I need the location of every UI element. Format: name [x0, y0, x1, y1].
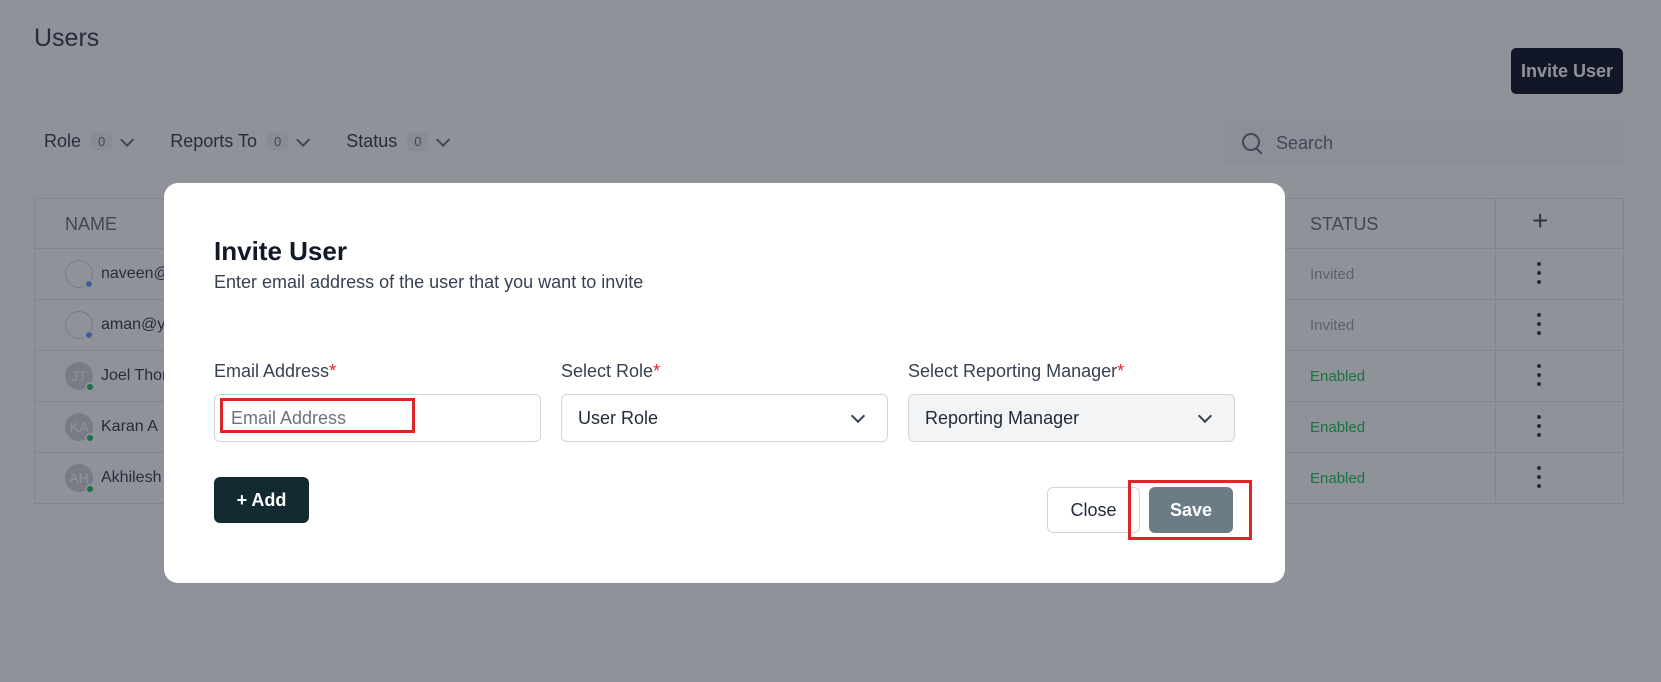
manager-label-text: Select Reporting Manager	[908, 361, 1118, 381]
required-mark: *	[329, 361, 337, 381]
manager-label: Select Reporting Manager*	[908, 361, 1235, 385]
highlight-box-save	[1128, 480, 1252, 540]
role-label: Select Role*	[561, 361, 888, 385]
email-label-text: Email Address	[214, 361, 330, 381]
role-field-group: Select Role* User Role	[561, 361, 888, 442]
chevron-down-icon	[850, 408, 866, 424]
email-label: Email Address*	[214, 361, 541, 385]
close-button[interactable]: Close	[1047, 487, 1140, 533]
modal-subtitle: Enter email address of the user that you…	[214, 272, 644, 292]
modal-title: Invite User	[214, 236, 347, 266]
role-select[interactable]: User Role	[561, 394, 888, 442]
reporting-manager-select[interactable]: Reporting Manager	[908, 394, 1235, 442]
required-mark: *	[653, 361, 661, 381]
manager-select-value: Reporting Manager	[925, 407, 1080, 428]
highlight-box-email	[220, 398, 415, 433]
role-label-text: Select Role	[561, 361, 654, 381]
chevron-down-icon	[1197, 408, 1213, 424]
add-button[interactable]: + Add	[214, 477, 309, 523]
required-mark: *	[1117, 361, 1125, 381]
invite-user-modal: Invite User Enter email address of the u…	[164, 183, 1285, 583]
manager-field-group: Select Reporting Manager* Reporting Mana…	[908, 361, 1235, 442]
role-select-value: User Role	[578, 407, 659, 428]
